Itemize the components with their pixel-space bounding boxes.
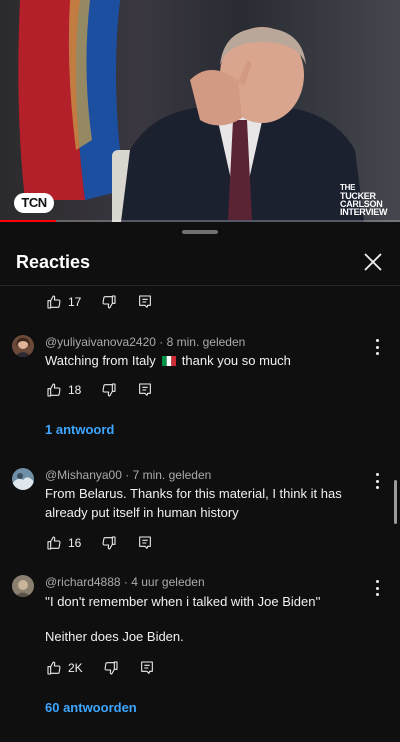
reply-button[interactable] — [137, 382, 153, 398]
comment-author[interactable]: @Mishanya00 — [45, 468, 122, 482]
comment-author[interactable]: @yuliyaivanova2420 — [45, 335, 156, 349]
thumb-down-icon — [101, 294, 117, 310]
like-button[interactable]: 2K — [46, 660, 83, 676]
header-divider — [0, 285, 400, 286]
comments-sheet: Reacties 17 @yuliyaivanova2420 · 8 min. … — [0, 222, 400, 742]
view-replies-link[interactable]: 60 antwoorden — [45, 700, 137, 715]
interviewee — [121, 27, 364, 222]
comment-text-line: Neither does Joe Biden. — [45, 629, 184, 644]
reply-icon — [137, 535, 153, 551]
comment-meta: @yuliyaivanova2420 · 8 min. geleden — [45, 335, 246, 349]
comment-time: 7 min. geleden — [132, 468, 212, 482]
comment-menu-button[interactable] — [374, 473, 380, 489]
thumb-up-icon — [46, 660, 62, 676]
dislike-button[interactable] — [101, 382, 117, 398]
comment-text-line: ''I don't remember when i talked with Jo… — [45, 594, 321, 609]
comment-menu-button[interactable] — [374, 580, 380, 596]
view-replies-link[interactable]: 1 antwoord — [45, 422, 114, 437]
like-button[interactable]: 18 — [46, 382, 81, 398]
like-button[interactable]: 16 — [46, 535, 81, 551]
comment-actions: 18 — [46, 380, 173, 400]
reply-button[interactable] — [139, 660, 155, 676]
comment-actions: 2K — [46, 658, 175, 678]
thumb-up-icon — [46, 535, 62, 551]
like-button[interactable]: 17 — [46, 294, 81, 310]
close-icon — [364, 253, 382, 271]
close-button[interactable] — [362, 251, 384, 273]
reply-button[interactable] — [137, 535, 153, 551]
thumb-up-icon — [46, 382, 62, 398]
reply-button[interactable] — [137, 294, 153, 310]
reply-icon — [137, 382, 153, 398]
avatar[interactable] — [12, 335, 34, 357]
comment-text: From Belarus. Thanks for this material, … — [45, 486, 342, 520]
avatar[interactable] — [12, 575, 34, 597]
comment-meta: @Mishanya00 · 7 min. geleden — [45, 468, 212, 482]
avatar-image — [12, 335, 34, 357]
comment-menu-button[interactable] — [374, 339, 380, 355]
like-count: 2K — [68, 661, 83, 675]
drag-handle[interactable] — [182, 230, 218, 234]
comment-author[interactable]: @richard4888 — [45, 575, 121, 589]
comment-text: Watching from Italy thank you so much — [45, 353, 291, 368]
italy-flag-icon — [161, 356, 176, 366]
scrollbar[interactable] — [394, 480, 397, 524]
tcn-logo: TCN — [14, 193, 54, 213]
thumb-down-icon — [101, 382, 117, 398]
sheet-title: Reacties — [16, 252, 91, 272]
like-count: 16 — [68, 536, 82, 550]
avatar-image — [12, 468, 34, 490]
comment-meta: @richard4888 · 4 uur geleden — [45, 575, 205, 589]
dislike-button[interactable] — [101, 535, 117, 551]
thumb-down-icon — [101, 535, 117, 551]
tucker-carlson-logo: THE TUCKER CARLSON INTERVIEW — [340, 183, 388, 217]
video-player[interactable]: TCN THE TUCKER CARLSON INTERVIEW — [0, 0, 400, 222]
dislike-button[interactable] — [101, 294, 117, 310]
thumb-up-icon — [46, 294, 62, 310]
comment-time: 8 min. geleden — [166, 335, 246, 349]
like-count: 17 — [68, 295, 82, 309]
reply-icon — [137, 294, 153, 310]
comment-actions: 16 — [46, 533, 173, 553]
comment-time: 4 uur geleden — [131, 575, 205, 589]
avatar[interactable] — [12, 468, 34, 490]
reply-icon — [139, 660, 155, 676]
comment-actions: 17 — [46, 292, 173, 312]
like-count: 18 — [68, 383, 82, 397]
thumb-down-icon — [103, 660, 119, 676]
avatar-image — [12, 575, 34, 597]
dislike-button[interactable] — [103, 660, 119, 676]
